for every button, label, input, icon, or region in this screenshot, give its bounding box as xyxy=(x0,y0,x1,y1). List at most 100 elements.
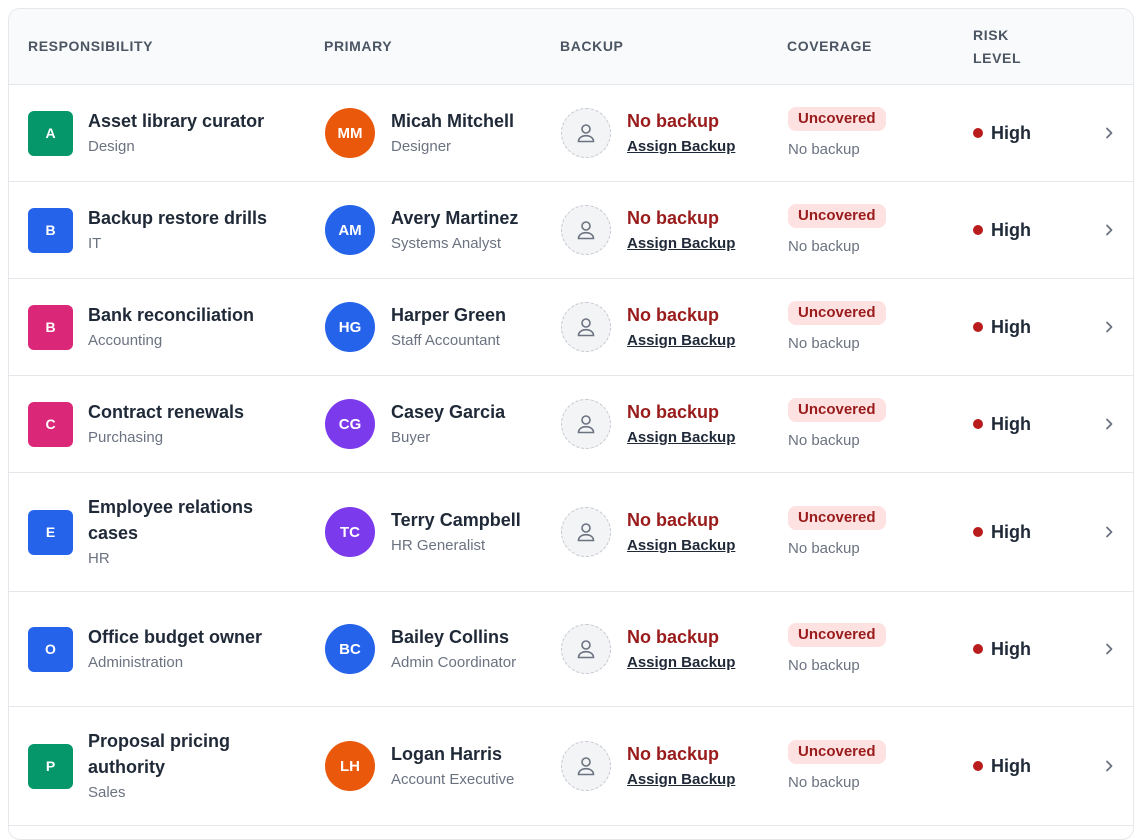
coverage-detail: No backup xyxy=(788,539,860,557)
chevron-right-icon[interactable] xyxy=(1101,524,1117,540)
primary-role: Buyer xyxy=(391,429,431,446)
avatar: BC xyxy=(325,624,375,674)
responsibility-initial-badge: O xyxy=(28,626,73,672)
responsibility-title: Employee relations cases xyxy=(88,497,254,543)
backup-cell: No backup Assign Backup xyxy=(561,592,735,706)
table-row[interactable]: O Office budget owner Administration BC … xyxy=(9,592,1133,707)
avatar: TC xyxy=(325,507,375,557)
assign-backup-link[interactable]: Assign Backup xyxy=(627,535,735,557)
avatar: HG xyxy=(325,302,375,352)
user-placeholder-icon xyxy=(561,741,611,791)
no-backup-label: No backup xyxy=(627,402,720,422)
assign-backup-link[interactable]: Assign Backup xyxy=(627,769,735,791)
chevron-right-icon[interactable] xyxy=(1101,222,1117,238)
risk-level: High xyxy=(991,122,1031,143)
user-placeholder-icon xyxy=(561,507,611,557)
chevron-right-icon[interactable] xyxy=(1101,125,1117,141)
coverage-cell: Uncovered No backup xyxy=(788,279,886,375)
user-placeholder-icon xyxy=(561,624,611,674)
risk-level: High xyxy=(991,316,1031,337)
table-row[interactable]: B Backup restore drills IT AM Avery Mart… xyxy=(9,182,1133,279)
coverage-cell: Uncovered No backup xyxy=(788,473,886,591)
primary-name[interactable]: Logan Harris xyxy=(391,741,531,767)
chevron-right-icon[interactable] xyxy=(1101,416,1117,432)
responsibility-cell: B Bank reconciliation Accounting xyxy=(28,279,288,375)
table-row[interactable]: B Bank reconciliation Accounting HG Harp… xyxy=(9,279,1133,376)
no-backup-label: No backup xyxy=(627,111,720,131)
primary-name[interactable]: Bailey Collins xyxy=(391,624,531,650)
primary-name[interactable]: Terry Campbell xyxy=(391,507,531,533)
table-row[interactable]: P Proposal pricing authority Sales LH Lo… xyxy=(9,707,1133,826)
primary-role: Admin Coordinator xyxy=(391,654,517,671)
header-backup[interactable]: BACKUP xyxy=(560,9,624,84)
risk-dot-icon xyxy=(973,419,983,429)
risk-cell: High xyxy=(973,376,1031,472)
chevron-right-icon[interactable] xyxy=(1101,319,1117,335)
avatar: AM xyxy=(325,205,375,255)
table-body: A Asset library curator Design MM Micah … xyxy=(9,85,1133,826)
coverage-detail: No backup xyxy=(788,237,860,255)
table-row[interactable]: C Contract renewals Purchasing CG Casey … xyxy=(9,376,1133,473)
header-risk-level[interactable]: RISK LEVEL xyxy=(973,9,1043,84)
responsibility-cell: E Employee relations cases HR xyxy=(28,473,288,591)
assign-backup-link[interactable]: Assign Backup xyxy=(627,330,735,352)
header-responsibility[interactable]: RESPONSIBILITY xyxy=(28,9,153,84)
primary-cell: HG Harper Green Staff Accountant xyxy=(325,279,531,375)
coverage-cell: Uncovered No backup xyxy=(788,707,886,825)
responsibility-initial-badge: P xyxy=(28,743,73,789)
responsibility-department: Sales xyxy=(88,784,126,801)
primary-cell: AM Avery Martinez Systems Analyst xyxy=(325,182,531,278)
header-primary[interactable]: PRIMARY xyxy=(324,9,392,84)
status-badge: Uncovered xyxy=(788,106,886,131)
no-backup-label: No backup xyxy=(627,744,720,764)
user-placeholder-icon xyxy=(561,108,611,158)
risk-cell: High xyxy=(973,279,1031,375)
risk-cell: High xyxy=(973,473,1031,591)
risk-dot-icon xyxy=(973,527,983,537)
primary-name[interactable]: Casey Garcia xyxy=(391,399,531,425)
responsibility-title: Asset library curator xyxy=(88,111,265,131)
responsibility-title: Proposal pricing authority xyxy=(88,731,231,777)
coverage-detail: No backup xyxy=(788,773,860,791)
responsibility-department: Administration xyxy=(88,654,184,671)
responsibility-department: Accounting xyxy=(88,332,163,349)
risk-cell: High xyxy=(973,182,1031,278)
status-badge: Uncovered xyxy=(788,739,886,764)
primary-name[interactable]: Harper Green xyxy=(391,302,531,328)
assign-backup-link[interactable]: Assign Backup xyxy=(627,136,735,158)
chevron-right-icon[interactable] xyxy=(1101,758,1117,774)
user-placeholder-icon xyxy=(561,399,611,449)
table-row[interactable]: A Asset library curator Design MM Micah … xyxy=(9,85,1133,182)
status-badge: Uncovered xyxy=(788,397,886,422)
coverage-detail: No backup xyxy=(788,656,860,674)
coverage-cell: Uncovered No backup xyxy=(788,182,886,278)
assign-backup-link[interactable]: Assign Backup xyxy=(627,427,735,449)
backup-cell: No backup Assign Backup xyxy=(561,707,735,825)
status-badge: Uncovered xyxy=(788,505,886,530)
risk-dot-icon xyxy=(973,128,983,138)
status-badge: Uncovered xyxy=(788,203,886,228)
responsibility-department: Purchasing xyxy=(88,429,164,446)
no-backup-label: No backup xyxy=(627,208,720,228)
coverage-detail: No backup xyxy=(788,334,860,352)
assign-backup-link[interactable]: Assign Backup xyxy=(627,652,735,674)
avatar: LH xyxy=(325,741,375,791)
assign-backup-link[interactable]: Assign Backup xyxy=(627,233,735,255)
responsibility-cell: A Asset library curator Design xyxy=(28,85,288,181)
responsibility-initial-badge: B xyxy=(28,304,73,350)
chevron-right-icon[interactable] xyxy=(1101,641,1117,657)
risk-level: High xyxy=(991,219,1031,240)
primary-cell: LH Logan Harris Account Executive xyxy=(325,707,531,825)
status-badge: Uncovered xyxy=(788,300,886,325)
no-backup-label: No backup xyxy=(627,627,720,647)
avatar: MM xyxy=(325,108,375,158)
primary-name[interactable]: Micah Mitchell xyxy=(391,108,531,134)
primary-name[interactable]: Avery Martinez xyxy=(391,205,531,231)
coverage-detail: No backup xyxy=(788,140,860,158)
risk-dot-icon xyxy=(973,644,983,654)
primary-role: Account Executive xyxy=(391,771,515,788)
risk-dot-icon xyxy=(973,225,983,235)
table-row[interactable]: E Employee relations cases HR TC Terry C… xyxy=(9,473,1133,592)
header-coverage[interactable]: COVERAGE xyxy=(787,9,872,84)
primary-role: HR Generalist xyxy=(391,537,486,554)
